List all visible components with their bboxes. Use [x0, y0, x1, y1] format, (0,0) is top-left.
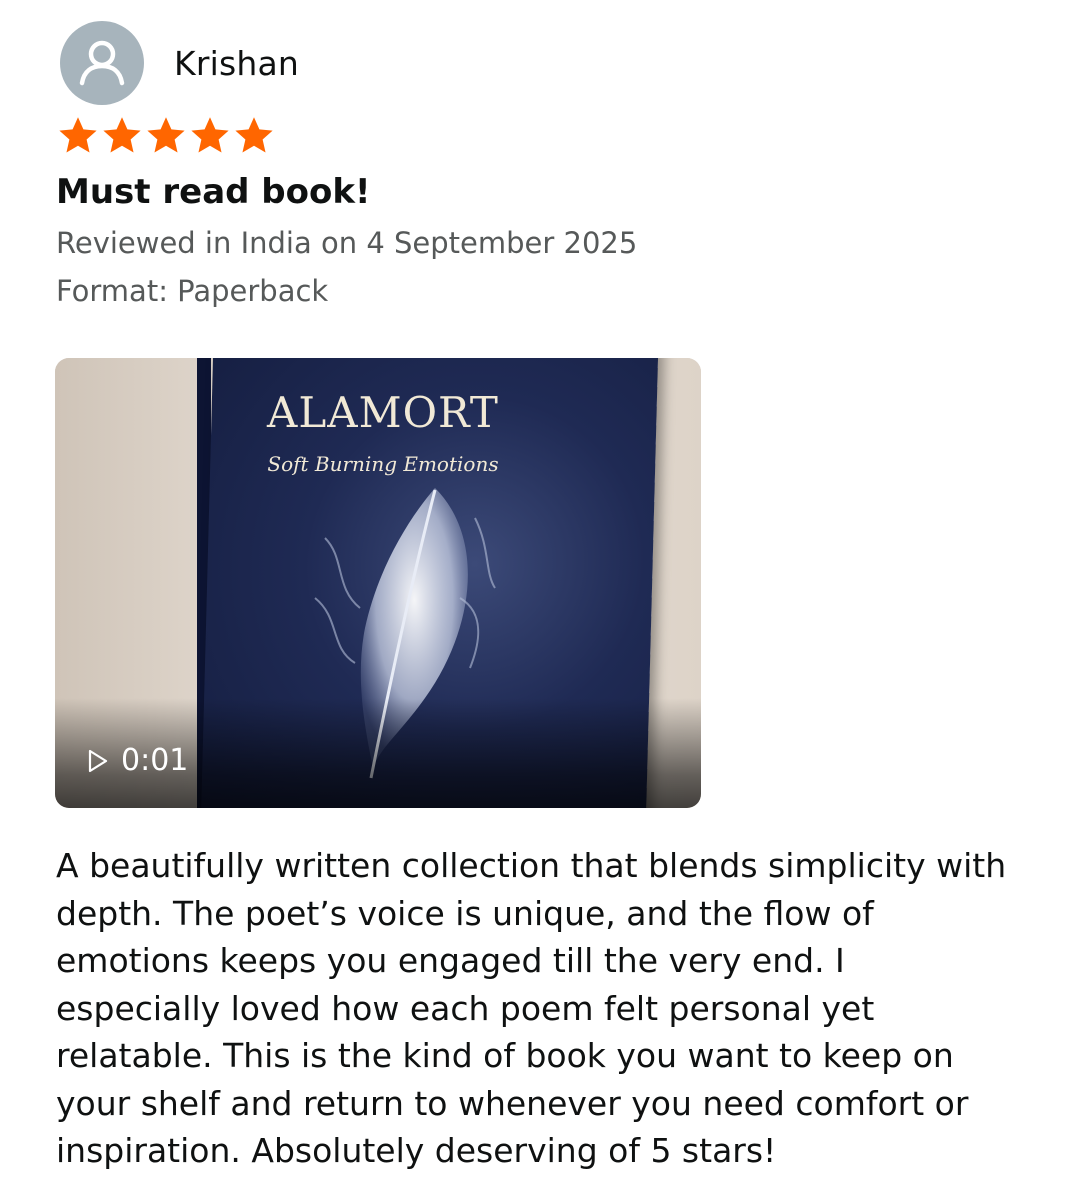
review-body: A beautifully written collection that bl…	[56, 846, 1007, 1170]
reviewer-profile[interactable]: Krishan	[60, 21, 299, 105]
review-title: Must read book!	[56, 172, 371, 212]
star-icon	[59, 117, 97, 153]
book-cover-title: ALAMORT	[267, 388, 499, 437]
star-icon	[103, 117, 141, 153]
star-rating	[56, 114, 276, 158]
play-icon[interactable]	[87, 749, 109, 773]
reviewer-name[interactable]: Krishan	[174, 44, 299, 83]
video-duration[interactable]: 0:01	[87, 743, 188, 778]
star-icon	[235, 117, 273, 153]
star-icon	[147, 117, 185, 153]
review-format: Format: Paperback	[56, 274, 329, 308]
review-date: Reviewed in India on 4 September 2025	[56, 226, 638, 260]
star-icon	[191, 117, 229, 153]
video-duration-label: 0:01	[121, 743, 189, 778]
review-card: Krishan Must read book! Reviewed in Indi…	[0, 0, 1080, 1198]
user-avatar-icon[interactable]	[60, 21, 144, 105]
book-cover-subtitle: Soft Burning Emotions	[267, 452, 499, 476]
review-video-thumbnail[interactable]: ALAMORT Soft Burning Emotions 0:01	[55, 358, 701, 808]
